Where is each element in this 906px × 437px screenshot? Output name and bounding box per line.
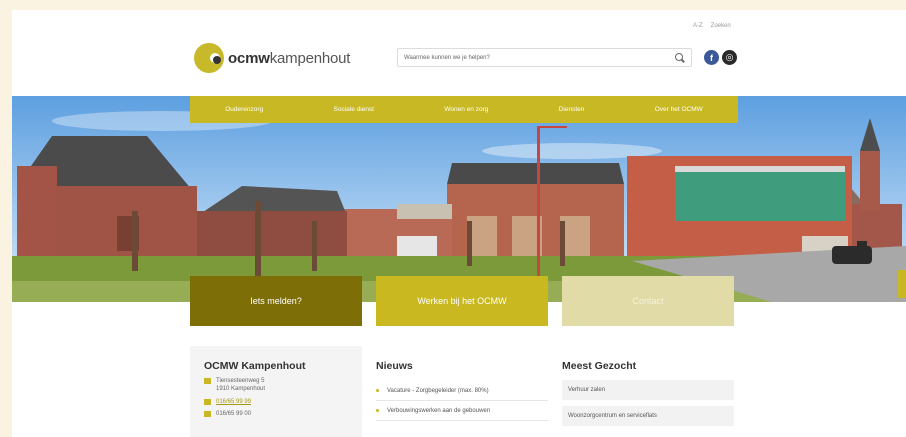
news-item-label: Verbouwingswerken aan de gebouwen xyxy=(387,407,491,414)
nav-item-wonen-en-zorg[interactable]: Wonen en zorg xyxy=(444,106,488,113)
page: A-Z Zoeken ocmwkampenhout Waarmee kunnen… xyxy=(12,10,906,437)
logo-text: ocmwkampenhout xyxy=(228,49,351,67)
contact-phone[interactable]: 016/65 99 99 xyxy=(204,398,362,405)
main-nav: Ouderenzorg Sociale dienst Wonen en zorg… xyxy=(190,96,738,123)
address-line1: Tiensesteenweg 5 xyxy=(216,378,265,384)
location-icon xyxy=(204,378,211,384)
nav-item-ouderenzorg[interactable]: Ouderenzorg xyxy=(225,106,263,113)
contact-block: OCMW Kampenhout Tiensesteenweg 5 1910 Ka… xyxy=(190,346,362,437)
facebook-icon[interactable]: f xyxy=(704,50,719,65)
search-icon[interactable] xyxy=(675,52,685,63)
news-block: Nieuws Vacature - Zorgbegeleider (max. 8… xyxy=(376,346,548,421)
contact-address: Tiensesteenweg 5 1910 Kampenhout xyxy=(204,377,362,393)
contact-title: OCMW Kampenhout xyxy=(204,360,306,372)
instagram-icon[interactable]: ◎ xyxy=(722,50,737,65)
hero-image xyxy=(12,96,906,302)
search-placeholder: Waarmee kunnen we je helpen? xyxy=(404,54,490,61)
extra-number: 016/65 99 00 xyxy=(216,410,252,417)
contact-extra: 016/65 99 00 xyxy=(204,410,362,417)
zoeken-link[interactable]: Zoeken xyxy=(711,23,731,29)
search-input[interactable]: Waarmee kunnen we je helpen? xyxy=(397,48,692,67)
tile-werken-bij[interactable]: Werken bij het OCMW xyxy=(376,276,548,326)
phone-number[interactable]: 016/65 99 99 xyxy=(216,399,251,405)
site-logo[interactable]: ocmwkampenhout xyxy=(194,43,350,73)
social-links: f ◎ xyxy=(704,50,737,65)
most-searched-block: Meest Gezocht Verhuur zalen Woonzorgcent… xyxy=(562,346,734,426)
tile-contact[interactable]: Contact xyxy=(562,276,734,326)
email-icon xyxy=(204,411,211,417)
most-searched-title: Meest Gezocht xyxy=(562,360,637,372)
news-item[interactable]: Verbouwingswerken aan de gebouwen xyxy=(376,401,548,421)
bullet-icon xyxy=(376,409,379,412)
az-link[interactable]: A-Z xyxy=(693,23,703,29)
tile-iets-melden[interactable]: Iets melden? xyxy=(190,276,362,326)
utility-links: A-Z Zoeken xyxy=(693,23,731,29)
phone-icon xyxy=(204,399,211,405)
nav-item-sociale-dienst[interactable]: Sociale dienst xyxy=(334,106,374,113)
news-item-label: Vacature - Zorgbegeleider (max. 80%) xyxy=(387,387,489,394)
news-list: Vacature - Zorgbegeleider (max. 80%) Ver… xyxy=(376,381,548,421)
news-item[interactable]: Vacature - Zorgbegeleider (max. 80%) xyxy=(376,381,548,401)
nav-item-diensten[interactable]: Diensten xyxy=(559,106,585,113)
bullet-icon xyxy=(376,389,379,392)
news-title: Nieuws xyxy=(376,360,413,372)
side-feedback-tab[interactable] xyxy=(898,270,906,298)
logo-icon xyxy=(194,43,224,73)
most-searched-item[interactable]: Woonzorgcentrum en serviceflats xyxy=(562,406,734,426)
most-searched-item[interactable]: Verhuur zalen xyxy=(562,380,734,400)
address-line2: 1910 Kampenhout xyxy=(216,386,266,392)
nav-item-over-het-ocmw[interactable]: Over het OCMW xyxy=(655,106,703,113)
